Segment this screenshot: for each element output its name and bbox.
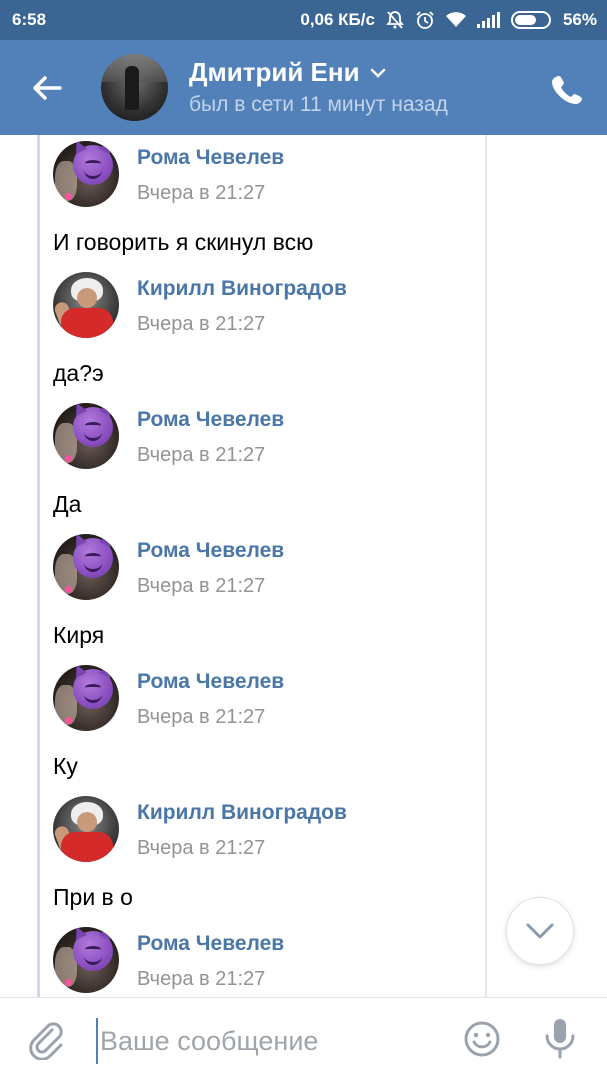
avatar[interactable]	[53, 141, 119, 207]
message-text: При в о	[53, 884, 133, 910]
voice-button[interactable]	[543, 1016, 577, 1060]
forward-border	[485, 135, 487, 997]
emoji-button[interactable]	[463, 1020, 501, 1058]
avatar[interactable]	[53, 403, 119, 469]
phone-icon	[552, 76, 582, 104]
status-bar: 6:58 0,06 КБ/с 56%	[0, 0, 607, 40]
back-arrow-icon	[33, 76, 62, 100]
status-time: 6:58	[12, 10, 47, 29]
message-input[interactable]	[96, 1018, 442, 1064]
message-author[interactable]: Рома Чевелев	[137, 539, 284, 563]
mute-bell-icon	[385, 10, 405, 30]
contact-name-label: Дмитрий Ени	[189, 57, 360, 87]
attach-button[interactable]	[28, 1020, 64, 1061]
message-author[interactable]: Кирилл Виноградов	[137, 277, 347, 301]
message-time: Вчера в 21:27	[137, 444, 266, 466]
call-button[interactable]	[551, 73, 583, 105]
message-time: Вчера в 21:27	[137, 706, 266, 728]
message-text: да?э	[53, 360, 104, 386]
message-author[interactable]: Кирилл Виноградов	[137, 801, 347, 825]
contact-name[interactable]: Дмитрий Ени	[189, 57, 386, 88]
alarm-icon	[415, 10, 435, 30]
scroll-down-button[interactable]	[506, 897, 574, 965]
message-time: Вчера в 21:27	[137, 575, 266, 597]
message-time: Вчера в 21:27	[137, 837, 266, 859]
smiley-icon	[464, 1021, 500, 1057]
battery-percent: 56%	[562, 10, 597, 29]
battery-icon	[510, 11, 553, 29]
message-author[interactable]: Рома Чевелев	[137, 146, 284, 170]
avatar[interactable]	[53, 272, 119, 338]
status-icons: 0,06 КБ/с 56%	[300, 10, 597, 30]
microphone-icon	[545, 1019, 575, 1059]
last-seen: был в сети 11 минут назад	[189, 93, 448, 116]
chat-header: Дмитрий Ени был в сети 11 минут назад	[0, 40, 607, 135]
back-button[interactable]	[30, 73, 64, 103]
message-text: Киря	[53, 622, 105, 648]
forward-indicator-line	[37, 135, 40, 997]
paperclip-icon	[29, 1022, 63, 1061]
signal-icon	[476, 12, 501, 28]
message-composer	[0, 997, 607, 1081]
chevron-down-icon	[526, 923, 554, 939]
message-text: Ку	[53, 753, 78, 779]
network-speed: 0,06 КБ/с	[300, 10, 375, 29]
wifi-icon	[445, 11, 467, 29]
chevron-down-icon	[370, 68, 385, 78]
message-time: Вчера в 21:27	[137, 313, 266, 335]
message-time: Вчера в 21:27	[137, 968, 266, 990]
avatar[interactable]	[53, 665, 119, 731]
contact-avatar[interactable]	[101, 54, 168, 121]
message-text: Да	[53, 491, 82, 517]
avatar[interactable]	[53, 534, 119, 600]
message-author[interactable]: Рома Чевелев	[137, 670, 284, 694]
message-feed[interactable]: Рома Чевелев Вчера в 21:27 И говорить я …	[0, 135, 607, 997]
message-author[interactable]: Рома Чевелев	[137, 408, 284, 432]
avatar[interactable]	[53, 796, 119, 862]
message-author[interactable]: Рома Чевелев	[137, 932, 284, 956]
message-time: Вчера в 21:27	[137, 182, 266, 204]
message-text: И говорить я скинул всю	[53, 229, 314, 255]
avatar[interactable]	[53, 927, 119, 993]
